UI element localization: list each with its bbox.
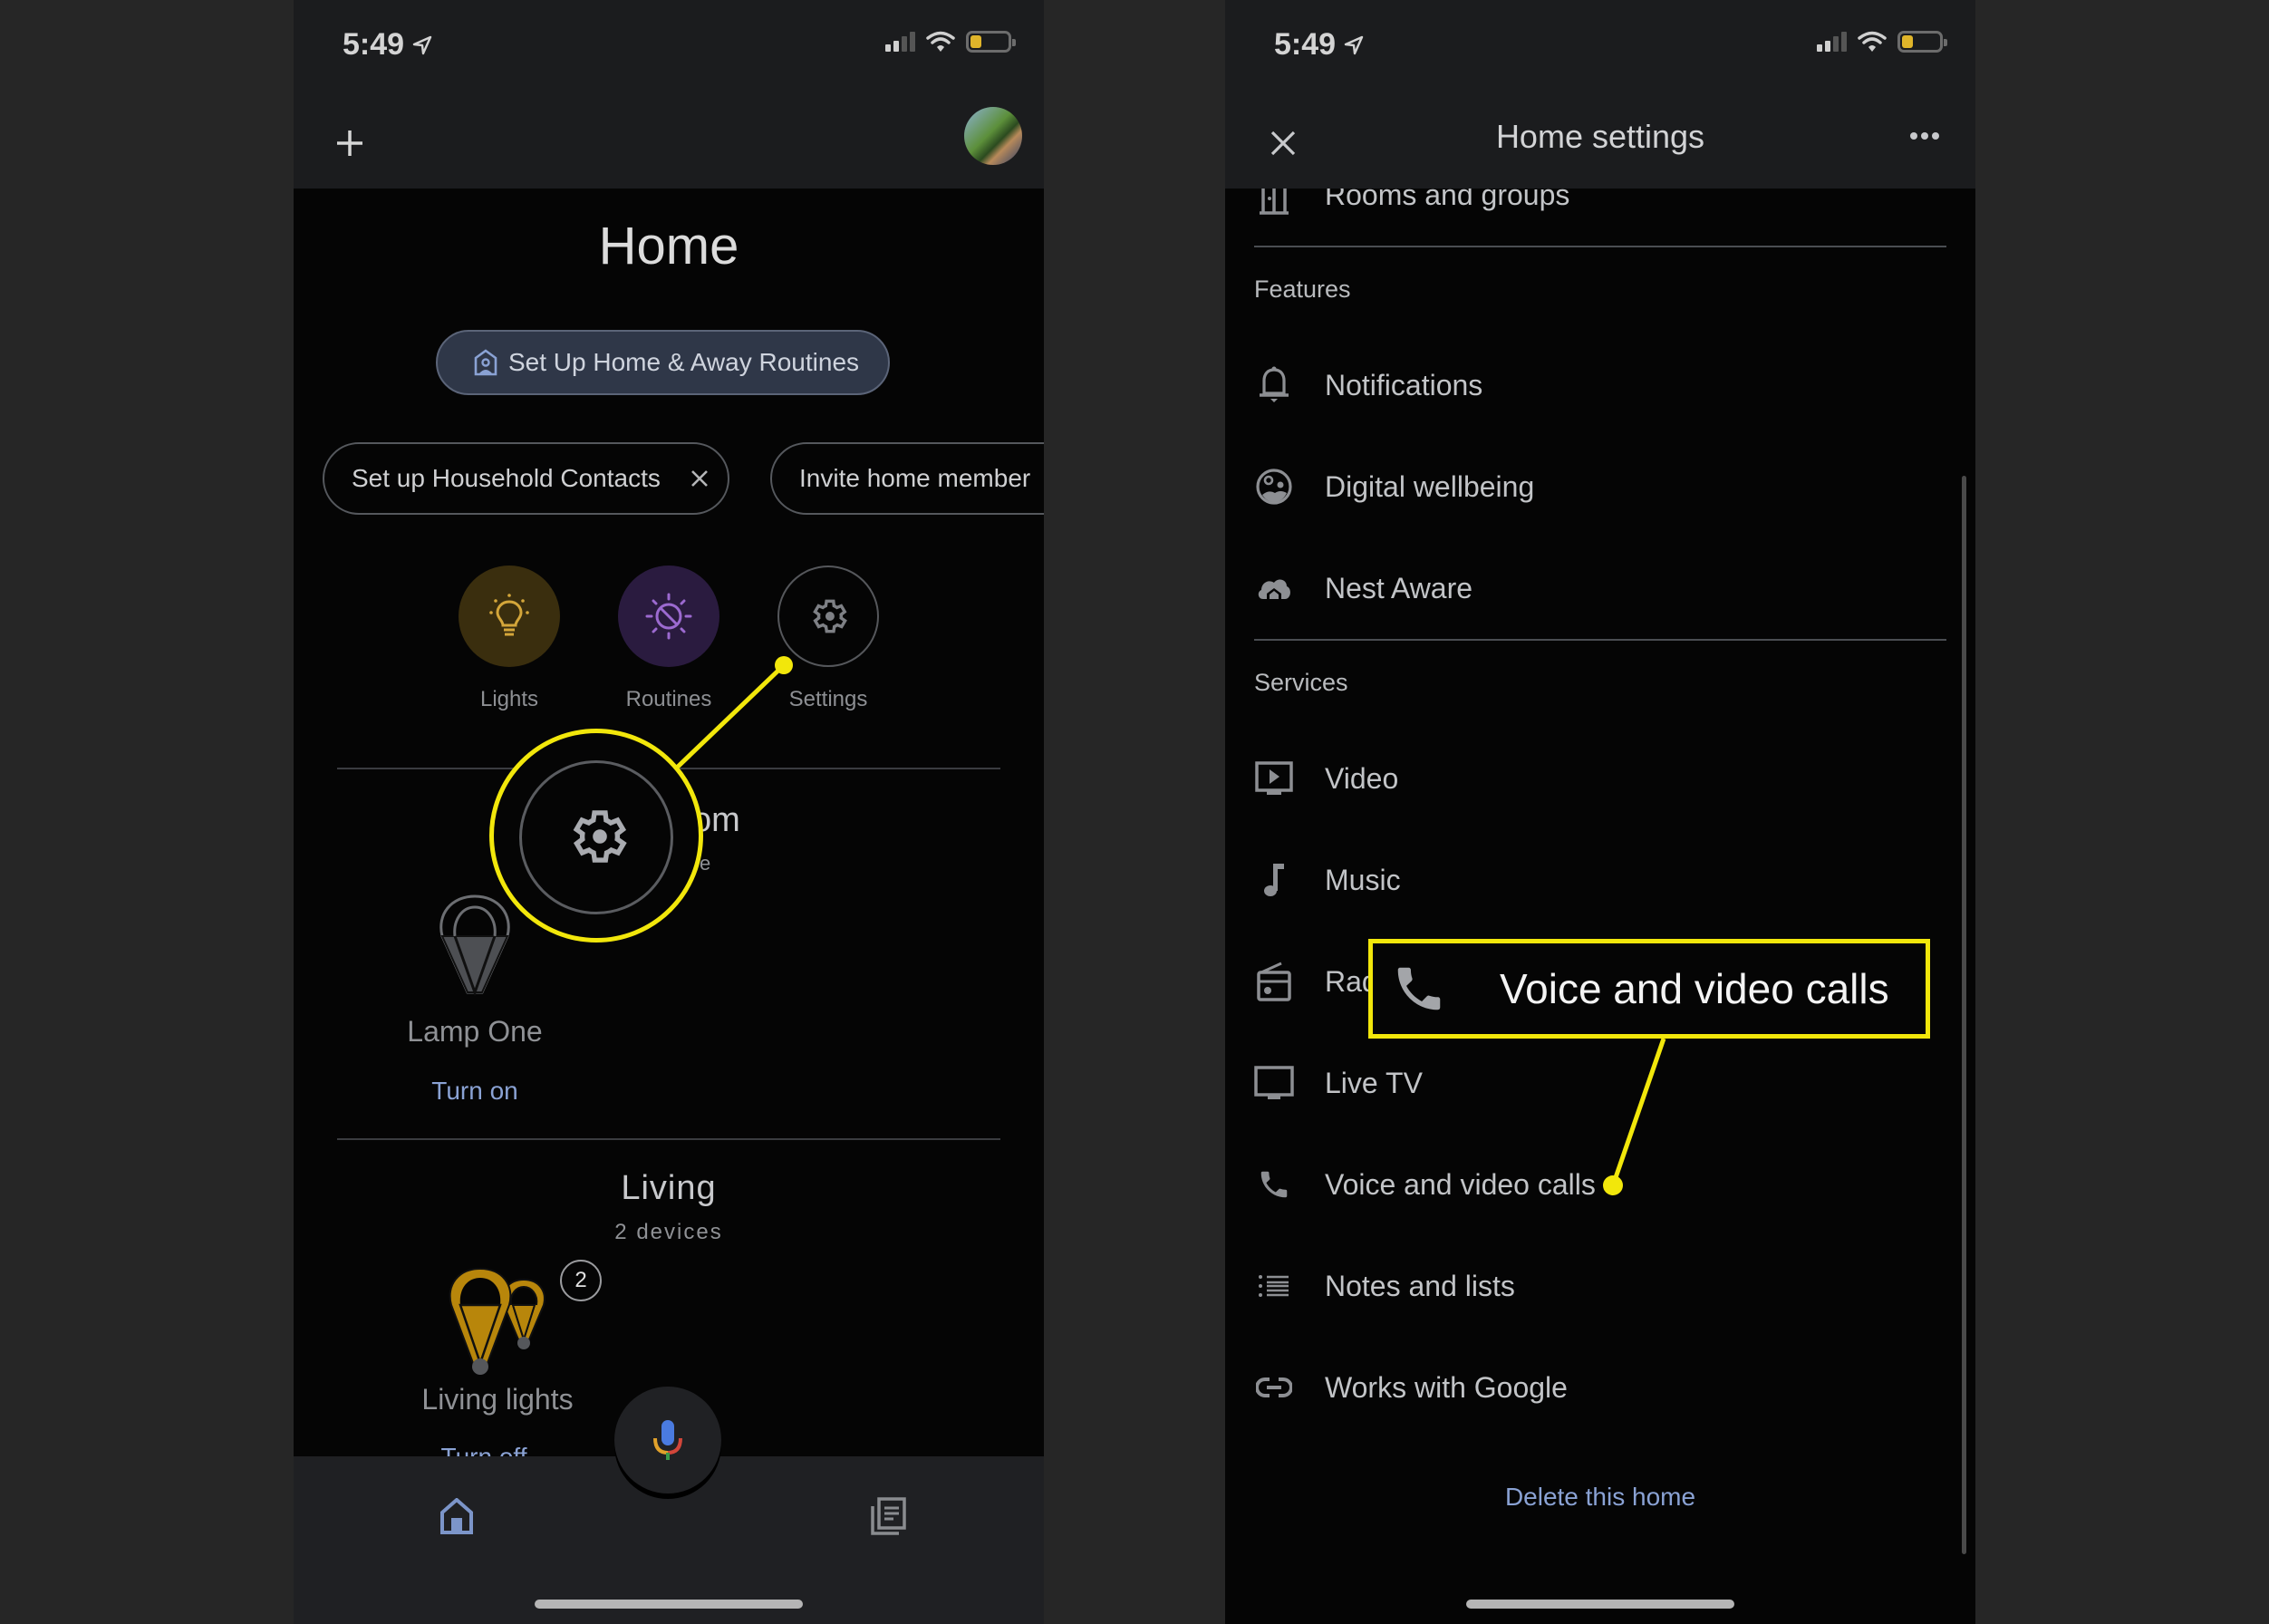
section-heading-services: Services <box>1254 669 1348 696</box>
more-options-button[interactable] <box>1899 118 1950 154</box>
item-label: Notes and lists <box>1325 1269 1515 1302</box>
settings-item-notes-and-lists[interactable]: Notes and lists <box>1252 1254 1948 1318</box>
clock: 5:49 <box>1274 27 1337 62</box>
location-arrow-icon <box>1344 35 1364 54</box>
section-divider <box>1254 246 1946 247</box>
settings-item-live-tv[interactable]: Live TV <box>1252 1051 1948 1115</box>
gear-icon <box>573 810 627 863</box>
voice-video-calls-callout: Voice and video calls <box>1368 939 1930 1039</box>
tv-icon <box>1252 1061 1296 1105</box>
settings-item-voice-video-calls[interactable]: Voice and video calls <box>1252 1153 1948 1216</box>
list-icon <box>1252 1264 1296 1308</box>
home-indicator <box>1466 1600 1734 1609</box>
settings-item-nest-aware[interactable]: Nest Aware <box>1252 556 1948 620</box>
delete-home-link[interactable]: Delete this home <box>1225 1483 1975 1512</box>
section-heading-features: Features <box>1254 276 1351 303</box>
item-label: Live TV <box>1325 1066 1423 1099</box>
settings-item-works-with-google[interactable]: Works with Google <box>1252 1356 1948 1419</box>
radio-icon <box>1252 960 1296 1003</box>
section-divider <box>1254 639 1946 641</box>
cellular-signal-icon <box>1817 32 1847 52</box>
settings-item-notifications[interactable]: Notifications <box>1252 353 1948 417</box>
item-label: Digital wellbeing <box>1325 469 1535 503</box>
item-label: Voice and video calls <box>1325 1167 1596 1201</box>
link-icon <box>1252 1366 1296 1409</box>
settings-header: 5:49 Home settings <box>1225 0 1975 188</box>
more-horizontal-icon <box>1910 132 1939 140</box>
item-label: Works with Google <box>1325 1370 1568 1404</box>
callout-dot <box>775 656 793 674</box>
item-label: Video <box>1325 761 1399 795</box>
scrollbar[interactable] <box>1962 476 1966 1554</box>
settings-item-music[interactable]: Music <box>1252 848 1948 912</box>
music-note-icon <box>1252 858 1296 902</box>
settings-item-video[interactable]: Video <box>1252 747 1948 810</box>
magnified-settings-ring <box>489 729 703 942</box>
wellbeing-icon <box>1252 465 1296 508</box>
nest-aware-cloud-icon <box>1252 566 1296 610</box>
status-time: 5:49 <box>1274 27 1365 63</box>
phone-icon <box>1252 1163 1296 1206</box>
phone-icon <box>1397 967 1441 1010</box>
item-label: Notifications <box>1325 368 1483 401</box>
callout-label: Voice and video calls <box>1500 965 1889 1012</box>
callout-leader-line <box>676 663 786 768</box>
wifi-icon <box>1858 31 1887 52</box>
item-label: Music <box>1325 863 1401 896</box>
home-settings-screen: 5:49 Home settings Rooms and groups Feat… <box>1225 0 1975 1624</box>
bell-icon <box>1252 363 1296 407</box>
settings-item-digital-wellbeing[interactable]: Digital wellbeing <box>1252 455 1948 518</box>
page-title: Home settings <box>1495 118 1705 155</box>
item-label: Nest Aware <box>1325 571 1473 604</box>
video-play-icon <box>1252 757 1296 800</box>
status-icons <box>1817 31 1947 53</box>
battery-icon <box>1897 31 1947 53</box>
